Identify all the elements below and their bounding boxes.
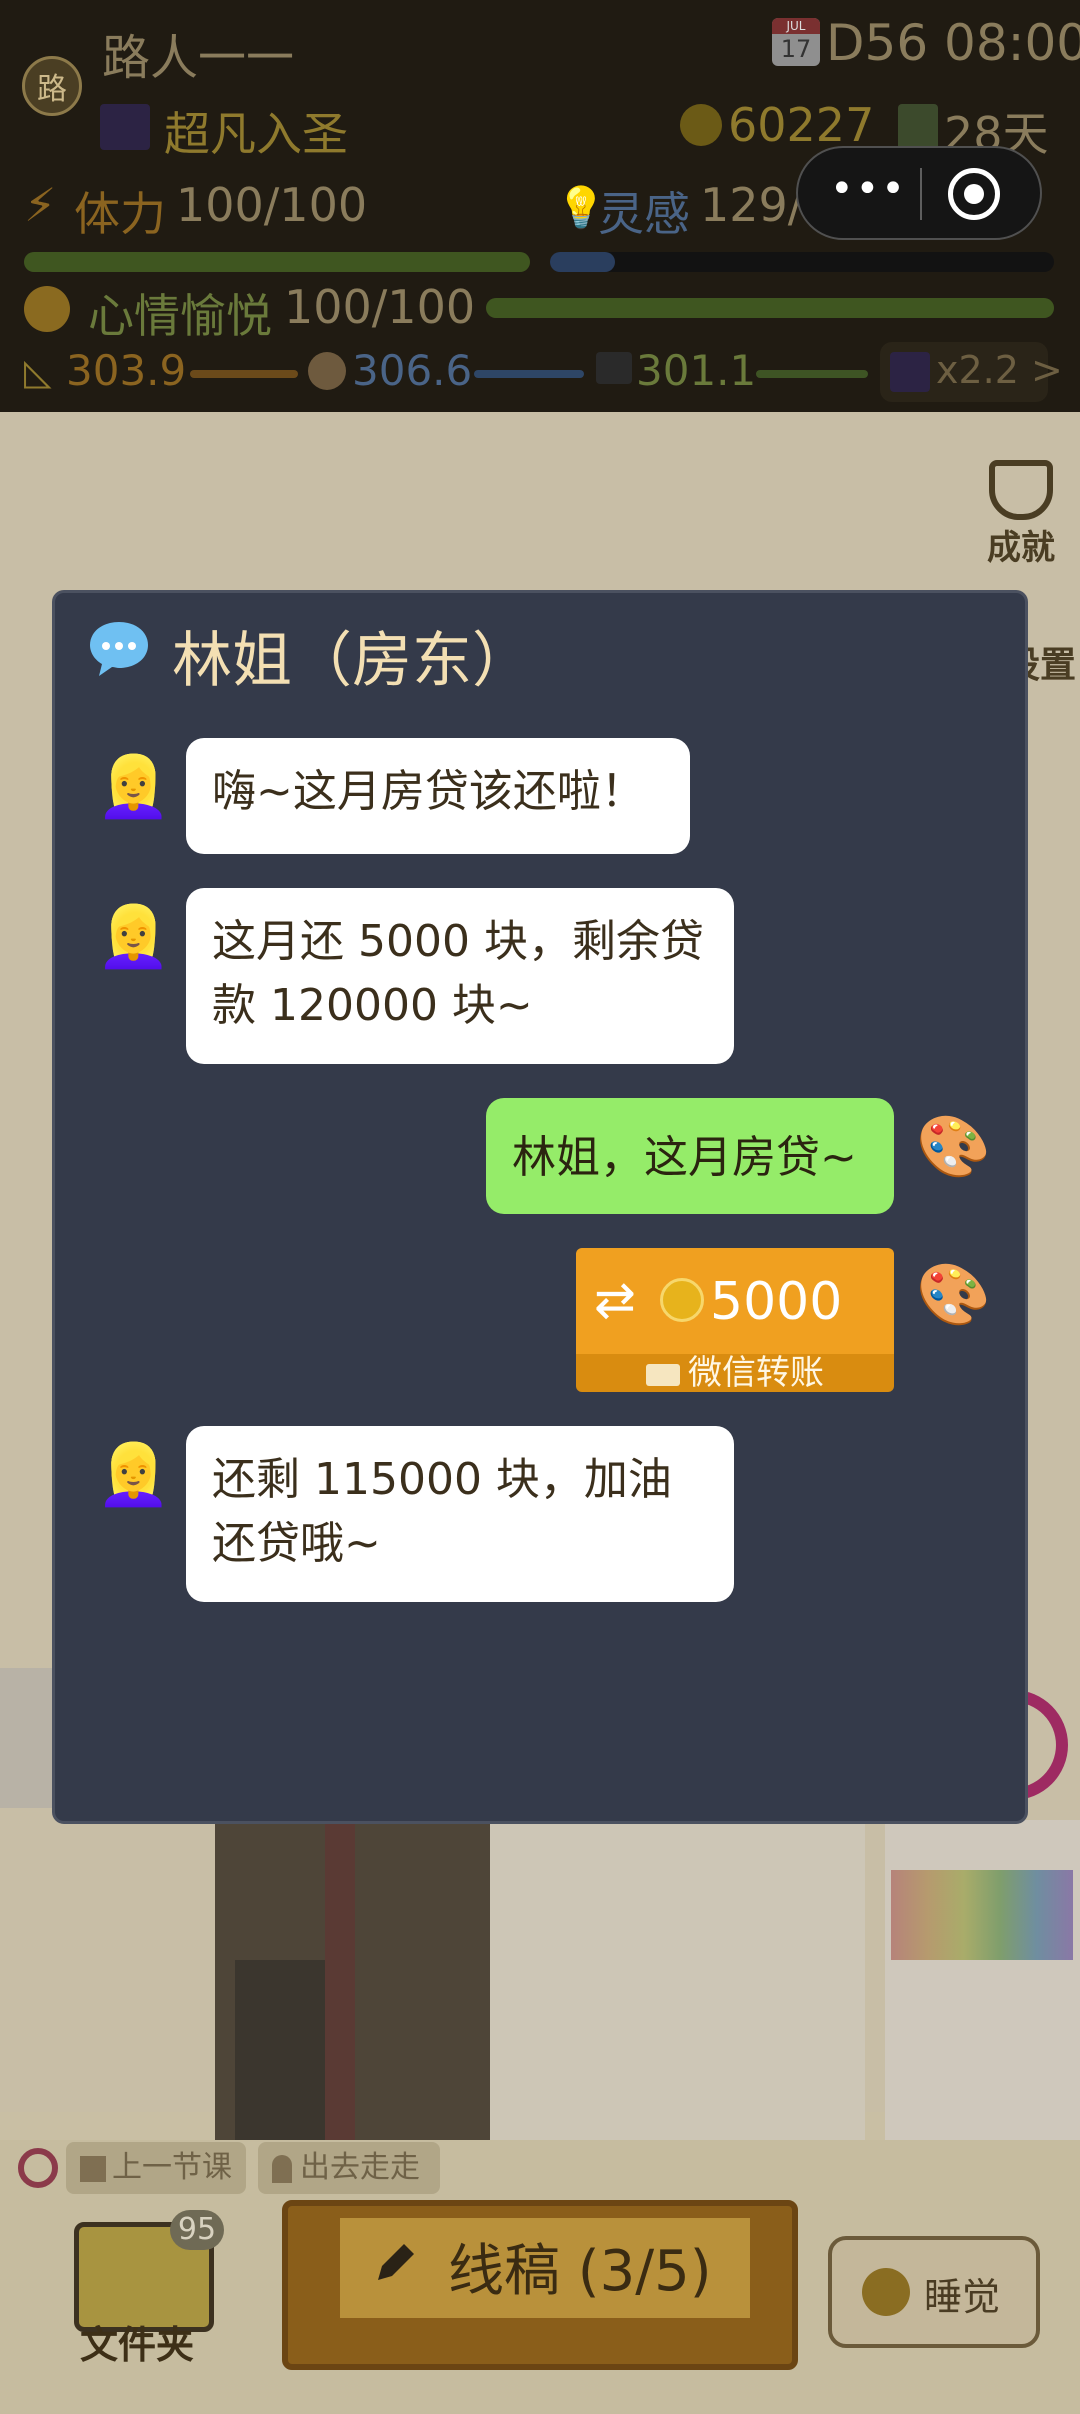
skill-composition-value: 301.1 [636, 346, 757, 395]
achievement-button[interactable]: 成就 [976, 460, 1066, 569]
stamina-label: 体力 [74, 187, 166, 241]
player-avatar[interactable]: 路 [22, 56, 82, 116]
inspiration-bar-track [550, 252, 1054, 272]
go-out-label: 出去走走 [300, 2150, 420, 2185]
skill-color-bar [474, 370, 584, 378]
artist-palette-icon: 🎨 [916, 1260, 991, 1330]
message-bubble-landlord: 嗨~这月房贷该还啦！ [186, 738, 690, 854]
ruler-icon: ◺ [24, 352, 52, 393]
folder-badge: 95 [170, 2210, 224, 2250]
inspiration-label: 灵感 [598, 187, 690, 241]
landlord-avatar-icon: 👱‍♀️ [96, 902, 171, 972]
pen-icon [370, 2238, 420, 2288]
transfer-label: 微信转账 [688, 1353, 824, 1393]
sleeping-face-icon [862, 2268, 910, 2316]
house-icon [898, 104, 938, 146]
coin-icon [660, 1278, 704, 1322]
canvas-paper [490, 1820, 865, 2140]
artwork-preview [215, 1820, 490, 2140]
stamina-bar-track [24, 252, 530, 272]
galaxy-icon [100, 104, 150, 150]
sword-shape [325, 1820, 355, 2140]
capsule-divider [920, 168, 922, 220]
multiplier-label: x2.2 > [936, 348, 1063, 392]
message-bubble-landlord: 还剩 115000 块，加油还贷哦~ [186, 1426, 734, 1602]
transfer-card[interactable]: ⇄ 5000 [576, 1248, 894, 1354]
lightning-icon: ⚡ [24, 178, 57, 232]
previous-class-button[interactable]: 上一节课 [66, 2142, 246, 2194]
sleep-label: 睡觉 [924, 2275, 1001, 2319]
target-icon [18, 2148, 58, 2188]
close-miniprogram-icon[interactable] [948, 168, 1000, 220]
skill-color-value: 306.6 [352, 346, 473, 395]
go-out-button[interactable]: 出去走走 [258, 2142, 440, 2194]
tool-panel [0, 1668, 56, 1808]
folder-label: 文件夹 [80, 2323, 195, 2367]
coin-icon [680, 104, 722, 146]
transfer-amount: 5000 [710, 1272, 843, 1332]
stamina-bar-fill [24, 252, 530, 272]
previous-class-label: 上一节课 [112, 2150, 232, 2185]
skill-lineart-value: 303.9 [66, 346, 187, 395]
walking-icon [272, 2154, 292, 2183]
main-action-label: 线稿 (3/5) [448, 2239, 712, 2304]
transfer-arrows-icon: ⇄ [594, 1271, 636, 1329]
inspiration-bar-fill [550, 252, 616, 272]
mood-bar-track [486, 298, 1054, 318]
color-palette-panel [885, 1820, 1080, 2140]
camera-icon [596, 352, 632, 384]
miniprogram-capsule: ••• [796, 146, 1042, 240]
coin-count: 60227 [728, 98, 875, 152]
message-bubble-player: 林姐，这月房贷~ [486, 1098, 894, 1214]
dialog-title: 林姐（房东） [172, 626, 532, 696]
realm-title: 超凡入圣 [164, 107, 348, 161]
mood-bar-fill [486, 298, 1054, 318]
galaxy-icon [890, 352, 930, 392]
day-time: D56 08:00 [826, 14, 1080, 72]
color-swatches[interactable] [891, 1870, 1073, 1960]
artist-palette-icon: 🎨 [916, 1112, 991, 1182]
message-bubble-landlord: 这月还 5000 块，剩余贷款 120000 块~ [186, 888, 734, 1064]
mood-label: 心情愉悦 [88, 289, 272, 343]
landlord-avatar-icon: 👱‍♀️ [96, 752, 171, 822]
sleep-button[interactable]: 睡觉 [828, 2236, 1040, 2348]
palette-icon [308, 352, 346, 390]
multiplier-button[interactable]: x2.2 > [880, 342, 1063, 402]
player-name: 路人一一 [102, 30, 295, 86]
smile-icon [24, 286, 70, 332]
speech-bubble-icon [86, 618, 152, 694]
achievement-label: 成就 [987, 528, 1055, 568]
skill-composition-bar [756, 370, 868, 378]
stamina-value: 100/100 [176, 178, 368, 232]
mood-value: 100/100 [284, 280, 476, 334]
books-icon [80, 2155, 106, 2182]
credit-card-icon [646, 1363, 680, 1386]
trophy-icon [989, 460, 1053, 520]
transfer-footer: 微信转账 [576, 1354, 894, 1392]
castle-shape [235, 1960, 325, 2140]
calendar-icon: JUL 17 [772, 18, 820, 66]
more-icon[interactable]: ••• [830, 169, 905, 214]
landlord-avatar-icon: 👱‍♀️ [96, 1440, 171, 1510]
folder-button[interactable]: 95 文件夹 [66, 2210, 226, 2367]
skill-lineart-bar [190, 370, 298, 378]
